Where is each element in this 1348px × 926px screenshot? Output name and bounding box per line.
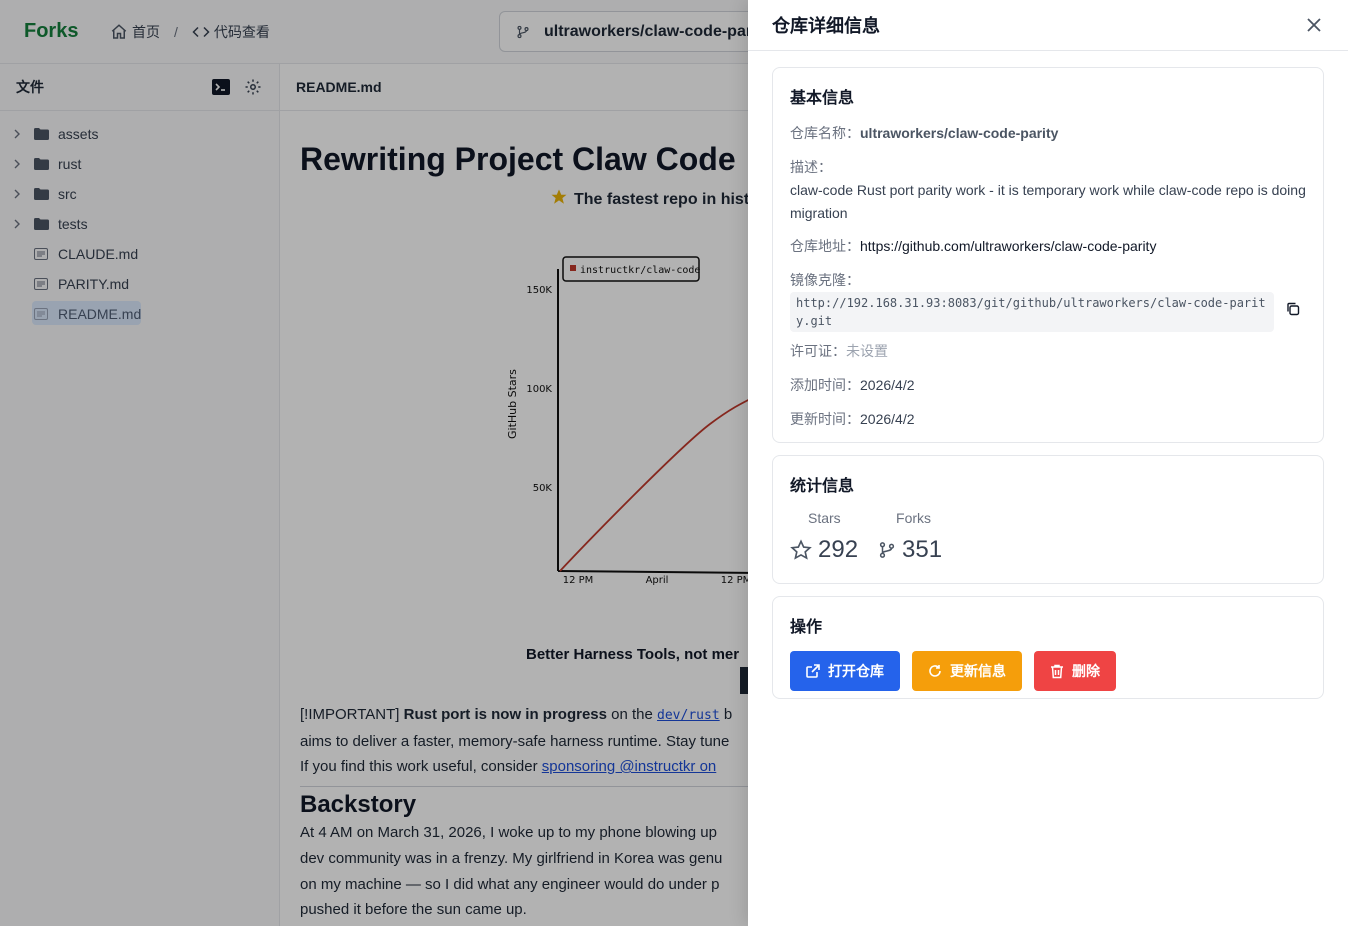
description-row: 描述： claw-code Rust port parity work - it…: [790, 156, 1306, 225]
repo-url-row: 仓库地址：https://github.com/ultraworkers/cla…: [790, 235, 1306, 258]
added-time-label: 添加时间：: [790, 377, 860, 393]
close-icon[interactable]: [1304, 15, 1324, 35]
star-icon: [790, 539, 812, 560]
forks-label: Forks: [896, 510, 932, 526]
refresh-info-button[interactable]: 更新信息: [912, 651, 1022, 691]
repo-name-label: 仓库名称：: [790, 125, 860, 141]
trash-icon: [1051, 664, 1063, 678]
description-value: claw-code Rust port parity work - it is …: [790, 182, 1306, 221]
license-row: 许可证：未设置: [790, 340, 1306, 363]
repo-details-drawer: 仓库详细信息 基本信息 仓库名称：ultraworkers/claw-code-…: [748, 0, 1348, 926]
stats-title: 统计信息: [790, 478, 855, 495]
refresh-info-label: 更新信息: [950, 663, 1006, 679]
actions-title: 操作: [790, 619, 823, 636]
basic-info-title: 基本信息: [790, 90, 855, 107]
mirror-clone-url[interactable]: http://192.168.31.93:8083/git/github/ult…: [790, 292, 1274, 332]
stats-card: 统计信息 Stars 292 Forks 351: [772, 455, 1324, 584]
basic-info-card: 基本信息 仓库名称：ultraworkers/claw-code-parity …: [772, 67, 1324, 443]
fork-icon: [879, 542, 895, 558]
tree-item-label: README.md: [58, 306, 142, 322]
drawer-header: 仓库详细信息: [748, 0, 1348, 51]
repo-url-value[interactable]: https://github.com/ultraworkers/claw-cod…: [860, 238, 1156, 254]
forks-stat: Forks 351: [878, 510, 942, 564]
updated-time-label: 更新时间：: [790, 411, 860, 427]
stats-row: Stars 292 Forks 351: [790, 510, 1306, 564]
license-label: 许可证：: [790, 343, 846, 359]
stars-stat: Stars 292: [790, 510, 858, 564]
mirror-clone-row: 镜像克隆： http://192.168.31.93:8083/git/gith…: [790, 269, 1306, 332]
open-repo-label: 打开仓库: [828, 663, 884, 679]
mirror-clone-label: 镜像克隆：: [790, 272, 860, 288]
actions-row: 打开仓库 更新信息 删除: [790, 651, 1306, 691]
external-link-icon: [806, 664, 820, 678]
updated-time-value: 2026/4/2: [860, 411, 915, 427]
delete-label: 删除: [1072, 663, 1100, 679]
repo-name-row: 仓库名称：ultraworkers/claw-code-parity: [790, 122, 1306, 145]
license-value: 未设置: [846, 343, 888, 359]
updated-time-row: 更新时间：2026/4/2: [790, 408, 1306, 431]
modal-overlay[interactable]: [0, 0, 748, 926]
refresh-icon: [929, 665, 941, 677]
drawer-title: 仓库详细信息: [772, 16, 880, 36]
open-repo-button[interactable]: 打开仓库: [790, 651, 900, 691]
stars-count: 292: [790, 536, 858, 564]
repo-url-label: 仓库地址：: [790, 238, 860, 254]
description-label: 描述：: [790, 159, 832, 175]
stars-value: 292: [818, 536, 859, 563]
actions-card: 操作 打开仓库 更新信息 删除: [772, 596, 1324, 699]
delete-button[interactable]: 删除: [1034, 651, 1116, 691]
added-time-value: 2026/4/2: [860, 377, 915, 393]
markdown-file-icon: [34, 306, 50, 322]
stars-label: Stars: [808, 510, 841, 526]
added-time-row: 添加时间：2026/4/2: [790, 374, 1306, 397]
repo-name-value: ultraworkers/claw-code-parity: [860, 125, 1059, 141]
forks-count: 351: [878, 536, 942, 564]
copy-icon[interactable]: [1286, 301, 1302, 317]
mirror-clone-field: http://192.168.31.93:8083/git/github/ult…: [790, 292, 1306, 332]
forks-value: 351: [902, 536, 943, 563]
